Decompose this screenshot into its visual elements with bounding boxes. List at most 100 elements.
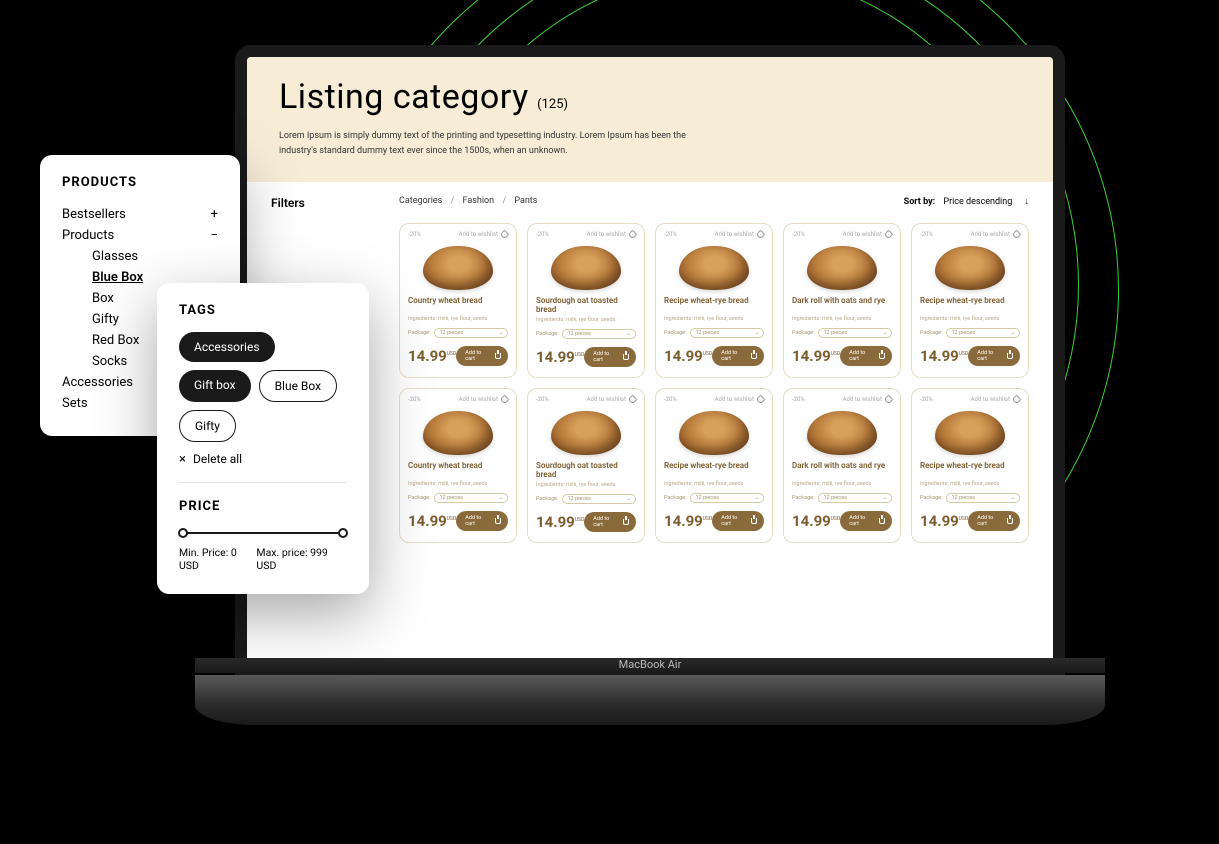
tag-chip[interactable]: Gifty: [179, 410, 236, 442]
heart-icon: [884, 229, 894, 239]
add-to-cart-button[interactable]: Add to cart: [712, 346, 764, 366]
package-select[interactable]: 12 pieces⌄: [434, 328, 508, 338]
chevron-down-icon: ⌄: [626, 331, 631, 337]
sidebar-subitem[interactable]: Glasses: [62, 246, 218, 267]
add-to-cart-button[interactable]: Add to cart: [968, 346, 1020, 366]
product-image: [551, 411, 621, 455]
slider-handle-min[interactable]: [178, 528, 188, 538]
package-select[interactable]: 12 pieces⌄: [562, 494, 636, 504]
product-card[interactable]: -20% Add to wishlist Dark roll with oats…: [783, 388, 901, 543]
add-to-cart-button[interactable]: Add to cart: [456, 511, 508, 531]
discount-badge: -20%: [792, 396, 805, 403]
product-card[interactable]: -20% Add to wishlist Recipe wheat-rye br…: [655, 223, 773, 378]
heart-icon: [756, 229, 766, 239]
discount-badge: -20%: [536, 231, 549, 238]
product-ingredients: Ingredients: milk, rye flour, seeds: [792, 481, 892, 487]
heart-icon: [500, 229, 510, 239]
add-wishlist-button[interactable]: Add to wishlist: [587, 231, 636, 238]
chevron-down-icon: ⌄: [1010, 330, 1015, 336]
add-wishlist-button[interactable]: Add to wishlist: [843, 231, 892, 238]
add-to-cart-button[interactable]: Add to cart: [840, 511, 892, 531]
sidebar-category[interactable]: Products−: [62, 225, 218, 246]
minus-icon: −: [211, 228, 218, 243]
product-name: Dark roll with oats and rye: [792, 296, 892, 314]
breadcrumb-item[interactable]: Categories: [399, 196, 442, 206]
add-to-cart-button[interactable]: Add to cart: [456, 346, 508, 366]
price-panel-title: PRICE: [179, 499, 347, 514]
package-select[interactable]: 12 pieces⌄: [434, 493, 508, 503]
product-ingredients: Ingredients: milk, rye flour, seeds: [536, 317, 636, 323]
package-select[interactable]: 12 pieces⌄: [946, 493, 1020, 503]
tags-panel-title: TAGS: [179, 303, 347, 318]
package-select[interactable]: 12 pieces⌄: [818, 328, 892, 338]
discount-badge: -20%: [536, 396, 549, 403]
product-name: Dark roll with oats and rye: [792, 461, 892, 479]
package-select[interactable]: 12 pieces⌄: [946, 328, 1020, 338]
tag-chip[interactable]: Blue Box: [259, 370, 338, 402]
min-price-label: Min. Price: 0 USD: [179, 546, 256, 572]
package-select[interactable]: 12 pieces⌄: [690, 493, 764, 503]
delete-all-button[interactable]: × Delete all: [179, 452, 347, 466]
price: 14.99USD: [536, 513, 584, 531]
sort-selector[interactable]: Sort by: Price descending ↓: [904, 196, 1029, 207]
product-card[interactable]: -20% Add to wishlist Recipe wheat-rye br…: [911, 388, 1029, 543]
product-card[interactable]: -20% Add to wishlist Sourdough oat toast…: [527, 388, 645, 543]
price: 14.99USD: [792, 512, 840, 530]
add-to-cart-button[interactable]: Add to cart: [584, 347, 636, 367]
product-ingredients: Ingredients: milk, rye flour, seeds: [920, 481, 1020, 487]
package-select[interactable]: 12 pieces⌄: [690, 328, 764, 338]
add-to-cart-button[interactable]: Add to cart: [712, 511, 764, 531]
breadcrumb-item[interactable]: Pants: [514, 196, 537, 206]
add-wishlist-button[interactable]: Add to wishlist: [971, 396, 1020, 403]
product-image: [679, 246, 749, 290]
slider-handle-max[interactable]: [338, 528, 348, 538]
product-card[interactable]: -20% Add to wishlist Recipe wheat-rye br…: [911, 223, 1029, 378]
price: 14.99USD: [536, 348, 584, 366]
chevron-down-icon: ⌄: [754, 330, 759, 336]
laptop-base: [195, 675, 1105, 725]
chevron-down-icon: ⌄: [1010, 495, 1015, 501]
product-image: [679, 411, 749, 455]
chevron-down-icon: ⌄: [498, 330, 503, 336]
product-card[interactable]: -20% Add to wishlist Sourdough oat toast…: [527, 223, 645, 378]
page-description: Lorem Ipsum is simply dummy text of the …: [279, 129, 689, 160]
chevron-down-icon: ⌄: [754, 495, 759, 501]
sidebar-category[interactable]: Bestsellers+: [62, 204, 218, 225]
product-card[interactable]: -20% Add to wishlist Country wheat bread…: [399, 388, 517, 543]
heart-icon: [756, 394, 766, 404]
bag-icon: [751, 353, 757, 359]
bag-icon: [879, 518, 885, 524]
add-to-cart-button[interactable]: Add to cart: [840, 346, 892, 366]
add-to-cart-button[interactable]: Add to cart: [584, 512, 636, 532]
add-wishlist-button[interactable]: Add to wishlist: [715, 396, 764, 403]
add-wishlist-button[interactable]: Add to wishlist: [715, 231, 764, 238]
product-name: Sourdough oat toasted bread: [536, 296, 636, 315]
tag-chip[interactable]: Accessories: [179, 332, 275, 362]
add-wishlist-button[interactable]: Add to wishlist: [587, 396, 636, 403]
breadcrumb[interactable]: Categories / Fashion / Pants: [399, 196, 537, 206]
heart-icon: [628, 394, 638, 404]
add-wishlist-button[interactable]: Add to wishlist: [843, 396, 892, 403]
bag-icon: [1007, 353, 1013, 359]
add-to-cart-button[interactable]: Add to cart: [968, 511, 1020, 531]
product-ingredients: Ingredients: milk, rye flour, seeds: [408, 481, 508, 487]
product-card[interactable]: -20% Add to wishlist Country wheat bread…: [399, 223, 517, 378]
breadcrumb-item[interactable]: Fashion: [463, 196, 495, 206]
package-select[interactable]: 12 pieces⌄: [562, 329, 636, 339]
add-wishlist-button[interactable]: Add to wishlist: [459, 231, 508, 238]
product-image: [807, 411, 877, 455]
package-select[interactable]: 12 pieces⌄: [818, 493, 892, 503]
laptop-model-label: MacBook Air: [195, 658, 1105, 673]
add-wishlist-button[interactable]: Add to wishlist: [971, 231, 1020, 238]
product-card[interactable]: -20% Add to wishlist Recipe wheat-rye br…: [655, 388, 773, 543]
page-title: Listing category: [279, 77, 529, 117]
price-slider[interactable]: [179, 532, 347, 534]
camera-dot: [647, 50, 653, 56]
heart-icon: [628, 229, 638, 239]
product-card[interactable]: -20% Add to wishlist Dark roll with oats…: [783, 223, 901, 378]
product-name: Recipe wheat-rye bread: [920, 461, 1020, 479]
tag-chip[interactable]: Gift box: [179, 370, 251, 402]
product-name: Recipe wheat-rye bread: [920, 296, 1020, 314]
chevron-down-icon: ⌄: [626, 496, 631, 502]
add-wishlist-button[interactable]: Add to wishlist: [459, 396, 508, 403]
